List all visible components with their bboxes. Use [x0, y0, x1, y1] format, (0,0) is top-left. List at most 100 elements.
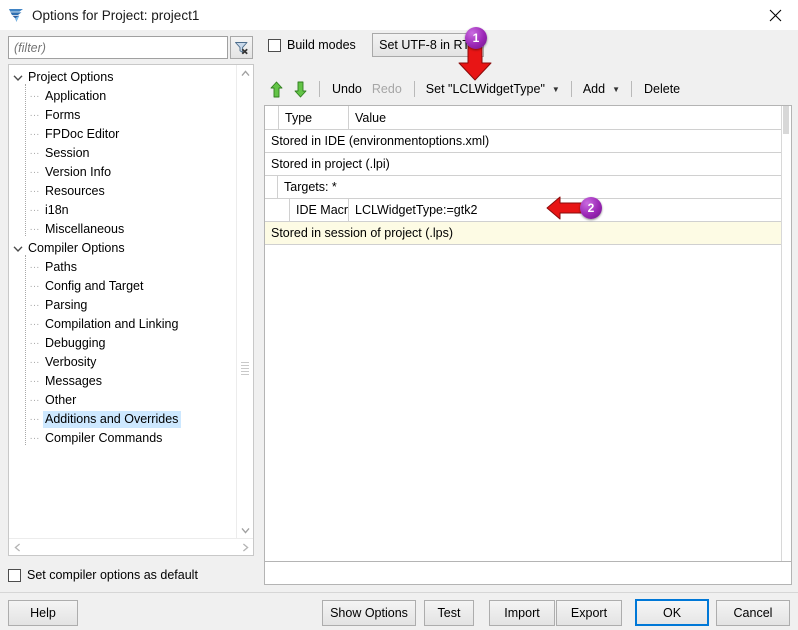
set-lclwidgettype-dropdown[interactable]: Set "LCLWidgetType" ▼: [422, 80, 564, 98]
tree-item-label: Resources: [45, 184, 105, 198]
tree-item-compilation-and-linking[interactable]: ··· Compilation and Linking: [9, 315, 239, 334]
chevron-down-icon[interactable]: [9, 74, 26, 82]
import-label: Import: [504, 606, 540, 620]
grid-group-label: Stored in IDE (environmentoptions.xml): [271, 134, 490, 148]
tree-item-i18n[interactable]: ··· i18n: [9, 201, 239, 220]
tree-item-other[interactable]: ··· Other: [9, 391, 239, 410]
grid-group-row[interactable]: Stored in project (.lpi): [265, 153, 791, 176]
tree-horizontal-scrollbar[interactable]: [9, 538, 253, 555]
chevron-down-icon[interactable]: [9, 245, 26, 253]
bottom-value-editor[interactable]: [264, 561, 792, 585]
tree-item-label: Paths: [45, 260, 77, 274]
tree-branch-icon: ···: [29, 186, 40, 197]
lazarus-tornado-icon: [7, 6, 25, 24]
grid-group-row[interactable]: Stored in session of project (.lps): [265, 222, 791, 245]
tree-vertical-scrollbar[interactable]: [236, 65, 253, 539]
grid-column-header[interactable]: Type: [279, 106, 349, 129]
tree-item-config-and-target[interactable]: ··· Config and Target: [9, 277, 239, 296]
grid-entry-row[interactable]: IDE MacroLCLWidgetType:=gtk2: [265, 199, 791, 222]
grid-indent: [265, 176, 278, 198]
grid-group-row[interactable]: Stored in IDE (environmentoptions.xml): [265, 130, 791, 153]
grid-column-header[interactable]: Value: [349, 106, 791, 129]
tree-item-verbosity[interactable]: ··· Verbosity: [9, 353, 239, 372]
ok-button[interactable]: OK: [635, 599, 709, 626]
tree-item-label: Miscellaneous: [45, 222, 125, 236]
import-button[interactable]: Import: [489, 600, 555, 626]
delete-button[interactable]: Delete: [639, 80, 685, 98]
toolbar-separator: [631, 81, 632, 97]
move-down-button[interactable]: [288, 78, 312, 100]
undo-button[interactable]: Undo: [327, 80, 367, 98]
tree-branch-icon: ···: [29, 91, 40, 102]
tree-item-session[interactable]: ··· Session: [9, 144, 239, 163]
tree-item-compiler-options[interactable]: Compiler Options: [9, 239, 239, 258]
tree-item-label: i18n: [45, 203, 69, 217]
build-modes-checkbox-box[interactable]: [268, 38, 281, 52]
grid-group-label: Stored in session of project (.lps): [271, 226, 454, 240]
export-button[interactable]: Export: [556, 600, 622, 626]
tree-item-label: Compilation and Linking: [45, 317, 179, 331]
tree-item-label: Application: [45, 89, 107, 103]
set-lclwidgettype-label: Set "LCLWidgetType": [425, 82, 545, 96]
set-compiler-options-default-checkbox[interactable]: Set compiler options as default: [8, 568, 198, 582]
grid-group-row[interactable]: Targets: *: [265, 176, 791, 199]
funnel-clear-icon[interactable]: [230, 36, 253, 59]
tree-item-label: Parsing: [45, 298, 88, 312]
set-compiler-options-default-box[interactable]: [8, 568, 21, 582]
build-modes-checkbox[interactable]: Build modes: [268, 38, 356, 52]
tree-item-application[interactable]: ··· Application: [9, 87, 239, 106]
tree-item-miscellaneous[interactable]: ··· Miscellaneous: [9, 220, 239, 239]
tree-item-label: Compiler Commands: [45, 431, 163, 445]
scroll-down-icon[interactable]: [237, 522, 253, 539]
tree-branch-icon: ···: [29, 281, 40, 292]
tree-item-parsing[interactable]: ··· Parsing: [9, 296, 239, 315]
tree-item-fpdoc-editor[interactable]: ··· FPDoc Editor: [9, 125, 239, 144]
toolbar-separator: [570, 81, 572, 97]
close-button[interactable]: [753, 0, 798, 30]
show-options-button[interactable]: Show Options: [322, 600, 416, 626]
tree-item-forms[interactable]: ··· Forms: [9, 106, 239, 125]
tree-item-project-options[interactable]: Project Options: [9, 68, 239, 87]
tree-branch-icon: ···: [29, 433, 40, 444]
tree-item-debugging[interactable]: ··· Debugging: [9, 334, 239, 353]
tree-item-version-info[interactable]: ··· Version Info: [9, 163, 239, 182]
tree-item-paths[interactable]: ··· Paths: [9, 258, 239, 277]
grid-vertical-scrollbar[interactable]: [781, 106, 791, 582]
tree-branch-icon: ···: [29, 129, 40, 140]
tree-item-label: Version Info: [45, 165, 112, 179]
tree-item-label: Forms: [45, 108, 81, 122]
toolbar-separator: [413, 81, 415, 97]
cancel-label: Cancel: [733, 606, 773, 620]
tree-branch-icon: ···: [29, 224, 40, 235]
scroll-up-icon[interactable]: [237, 65, 253, 82]
chevron-down-icon: ▼: [551, 84, 560, 94]
test-button[interactable]: Test: [424, 600, 474, 626]
tree-branch-icon: ···: [29, 262, 40, 273]
build-modes-label: Build modes: [287, 38, 356, 52]
grid-group-label: Stored in project (.lpi): [271, 157, 390, 171]
grid-cell-type[interactable]: IDE Macro: [290, 199, 349, 221]
window-title: Options for Project: project1: [32, 7, 200, 23]
redo-button: Redo: [371, 82, 402, 96]
grid-scroll-thumb[interactable]: [783, 106, 789, 134]
tree-item-label: Debugging: [45, 336, 106, 350]
tree-item-label: FPDoc Editor: [45, 127, 120, 141]
tree-item-label: Config and Target: [45, 279, 144, 293]
tree-item-compiler-commands[interactable]: ··· Compiler Commands: [9, 429, 239, 448]
add-dropdown-button[interactable]: Add ▼: [579, 80, 624, 98]
tree-item-additions-and-overrides[interactable]: ··· Additions and Overrides: [9, 410, 239, 429]
move-up-button[interactable]: [264, 78, 288, 100]
scroll-left-icon[interactable]: [9, 539, 25, 556]
tree-item-messages[interactable]: ··· Messages: [9, 372, 239, 391]
tree-item-label: Other: [45, 393, 77, 407]
filter-input[interactable]: [8, 36, 228, 59]
help-button[interactable]: Help: [8, 600, 78, 626]
annotation-badge-2: 2: [580, 197, 602, 219]
tree-branch-icon: ···: [29, 357, 40, 368]
scroll-right-icon[interactable]: [237, 539, 253, 556]
show-options-label: Show Options: [330, 606, 408, 620]
tree-item-resources[interactable]: ··· Resources: [9, 182, 239, 201]
tree-item-label: Session: [45, 146, 90, 160]
annotation-badge-1: 1: [465, 27, 487, 49]
cancel-button[interactable]: Cancel: [716, 600, 790, 626]
